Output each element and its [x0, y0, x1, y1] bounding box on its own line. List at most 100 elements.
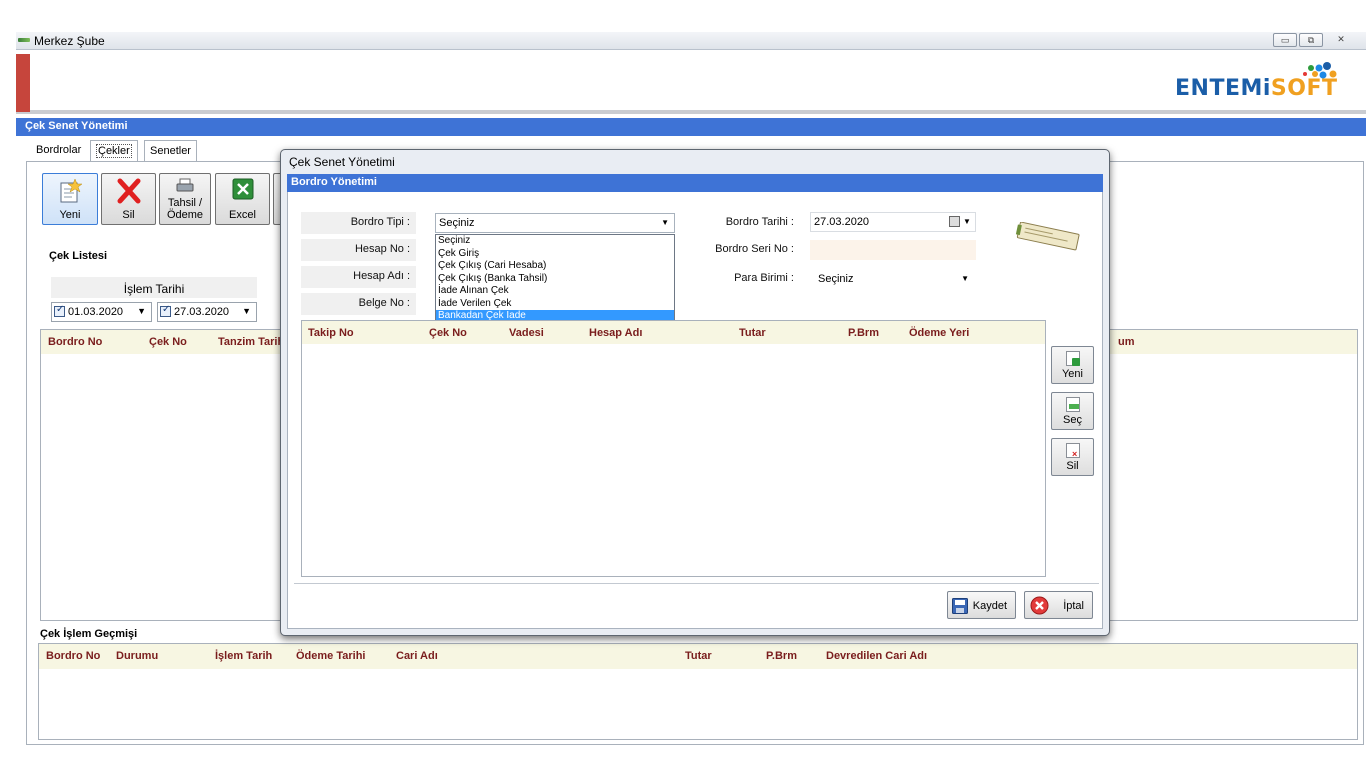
column-header: P.Brm: [766, 650, 797, 662]
bordro-serial-label: Bordro Seri No :: [715, 243, 794, 255]
currency-select[interactable]: Seçiniz ▼: [810, 269, 976, 289]
restore-button[interactable]: ⧉: [1299, 33, 1323, 47]
history-header: Bordro No Durumu İşlem Tarih Ödeme Tarih…: [39, 644, 1357, 669]
select-row-icon: [1066, 397, 1080, 412]
column-header: Bordro No: [46, 650, 101, 662]
column-header: Ödeme Yeri: [909, 327, 970, 339]
check-list-title: Çek Listesi: [49, 250, 108, 262]
grid-new-button[interactable]: Yeni: [1051, 346, 1094, 384]
cheque-icon: [1015, 222, 1080, 251]
column-header: Hesap Adı: [589, 327, 643, 339]
column-header: Çek No: [429, 327, 467, 339]
tab-cekler-label: Çekler: [96, 144, 132, 158]
logo-text-main: ENTEMi: [1175, 76, 1271, 101]
new-button-label: Yeni: [59, 209, 81, 221]
excel-button-label: Excel: [229, 209, 256, 221]
column-header: Devredilen Cari Adı: [826, 650, 928, 662]
dropdown-option[interactable]: İade Verilen Çek: [436, 298, 674, 311]
save-button-label: Kaydet: [972, 600, 1007, 612]
dropdown-option[interactable]: Çek Çıkış (Cari Hesaba): [436, 260, 674, 273]
cancel-button-label: İptal: [1063, 600, 1084, 612]
collect-label-1: Tahsil /: [167, 197, 203, 209]
printer-icon: [176, 178, 194, 192]
dropdown-option[interactable]: Çek Giriş: [436, 248, 674, 261]
window-title-bar: Merkez Şube ▭ ⧉ ✕: [16, 32, 1366, 50]
chevron-down-icon: ▼: [242, 306, 251, 316]
collect-label-2: Ödeme: [166, 209, 204, 221]
column-header: Durumu: [116, 650, 159, 662]
save-disk-icon: [952, 598, 968, 614]
document-no-label: Belge No :: [301, 293, 416, 315]
window-title: Merkez Şube: [34, 34, 105, 48]
excel-button[interactable]: Excel: [215, 173, 270, 225]
date-from-picker[interactable]: 01.03.2020 ▼: [51, 302, 152, 322]
add-row-icon: [1066, 351, 1080, 366]
date-to-picker[interactable]: 27.03.2020 ▼: [157, 302, 257, 322]
history-grid[interactable]: Bordro No Durumu İşlem Tarih Ödeme Tarih…: [38, 643, 1358, 740]
bordro-serial-input[interactable]: [810, 240, 976, 260]
bordro-date-picker[interactable]: 27.03.2020 ▼: [810, 212, 976, 232]
column-header: Vadesi: [509, 327, 544, 339]
bordro-date-label: Bordro Tarihi :: [725, 216, 794, 228]
column-header: Ödeme Tarihi: [296, 650, 366, 662]
column-header: Tutar: [685, 650, 712, 662]
column-header: Takip No: [308, 327, 354, 339]
close-button[interactable]: ✕: [1329, 33, 1353, 47]
new-button[interactable]: Yeni: [42, 173, 98, 225]
dropdown-option[interactable]: İade Alınan Çek: [436, 285, 674, 298]
chevron-down-icon: ▼: [661, 218, 669, 227]
delete-x-icon: [117, 178, 140, 204]
bordro-type-label: Bordro Tipi :: [301, 212, 416, 234]
delete-row-icon: ×: [1066, 443, 1080, 459]
tab-cekler[interactable]: Çekler: [90, 140, 138, 162]
bordro-date-value: 27.03.2020: [814, 216, 870, 228]
currency-value: Seçiniz: [818, 273, 854, 285]
dialog-cheque-grid[interactable]: Takip No Çek No Vadesi Hesap Adı Tutar P…: [301, 320, 1046, 577]
chevron-down-icon: ▼: [137, 306, 146, 316]
grid-select-label: Seç: [1063, 414, 1082, 426]
cancel-icon: [1030, 596, 1049, 615]
dialog-divider: [294, 583, 1099, 584]
column-header: Çek No: [149, 336, 187, 348]
dialog-header: Bordro Yönetimi: [287, 174, 1103, 192]
column-header: Cari Adı: [396, 650, 438, 662]
minimize-button[interactable]: ▭: [1273, 33, 1297, 47]
history-title: Çek İşlem Geçmişi: [40, 628, 138, 640]
calendar-icon[interactable]: [949, 216, 960, 227]
grid-select-button[interactable]: Seç: [1051, 392, 1094, 430]
cancel-button[interactable]: İptal: [1024, 591, 1093, 619]
dialog-window-title: Çek Senet Yönetimi: [289, 155, 395, 169]
save-button[interactable]: Kaydet: [947, 591, 1016, 619]
date-to-checkbox[interactable]: [160, 304, 171, 317]
column-header: Bordro No: [48, 336, 103, 348]
account-no-label: Hesap No :: [301, 239, 416, 261]
bordro-type-dropdown[interactable]: Seçiniz Çek Giriş Çek Çıkış (Cari Hesaba…: [435, 234, 675, 326]
date-from-value: 01.03.2020: [68, 306, 124, 318]
delete-button-label: Sil: [122, 209, 135, 221]
delete-button[interactable]: Sil: [101, 173, 156, 225]
date-from-checkbox[interactable]: [54, 304, 65, 317]
grid-delete-button[interactable]: × Sil: [1051, 438, 1094, 476]
dropdown-option[interactable]: Seçiniz: [436, 235, 674, 248]
column-header: İşlem Tarih: [215, 650, 273, 662]
dropdown-option[interactable]: Çek Çıkış (Banka Tahsil): [436, 273, 674, 286]
column-header: Tutar: [739, 327, 766, 339]
excel-icon: [232, 178, 253, 200]
collect-payment-button[interactable]: Tahsil / Ödeme: [159, 173, 211, 225]
app-header: [16, 52, 1366, 114]
column-header: um: [1118, 336, 1135, 348]
app-icon: [18, 38, 30, 42]
tab-senetler[interactable]: Senetler: [144, 140, 197, 161]
section-title: Çek Senet Yönetimi: [16, 118, 1366, 136]
currency-label: Para Birimi :: [734, 272, 794, 284]
bordro-type-value: Seçiniz: [439, 217, 475, 229]
chevron-down-icon: ▼: [963, 217, 971, 226]
dialog-grid-header: Takip No Çek No Vadesi Hesap Adı Tutar P…: [302, 321, 1045, 344]
date-filter-label: İşlem Tarihi: [51, 277, 257, 298]
grid-delete-label: Sil: [1066, 460, 1079, 472]
bordro-type-select[interactable]: Seçiniz ▼: [435, 213, 675, 233]
new-document-icon: [60, 178, 82, 203]
tab-bordrolar[interactable]: Bordrolar: [31, 140, 86, 161]
grid-new-label: Yeni: [1061, 368, 1083, 380]
company-logo: ENTEMiSOFT: [1175, 62, 1345, 104]
